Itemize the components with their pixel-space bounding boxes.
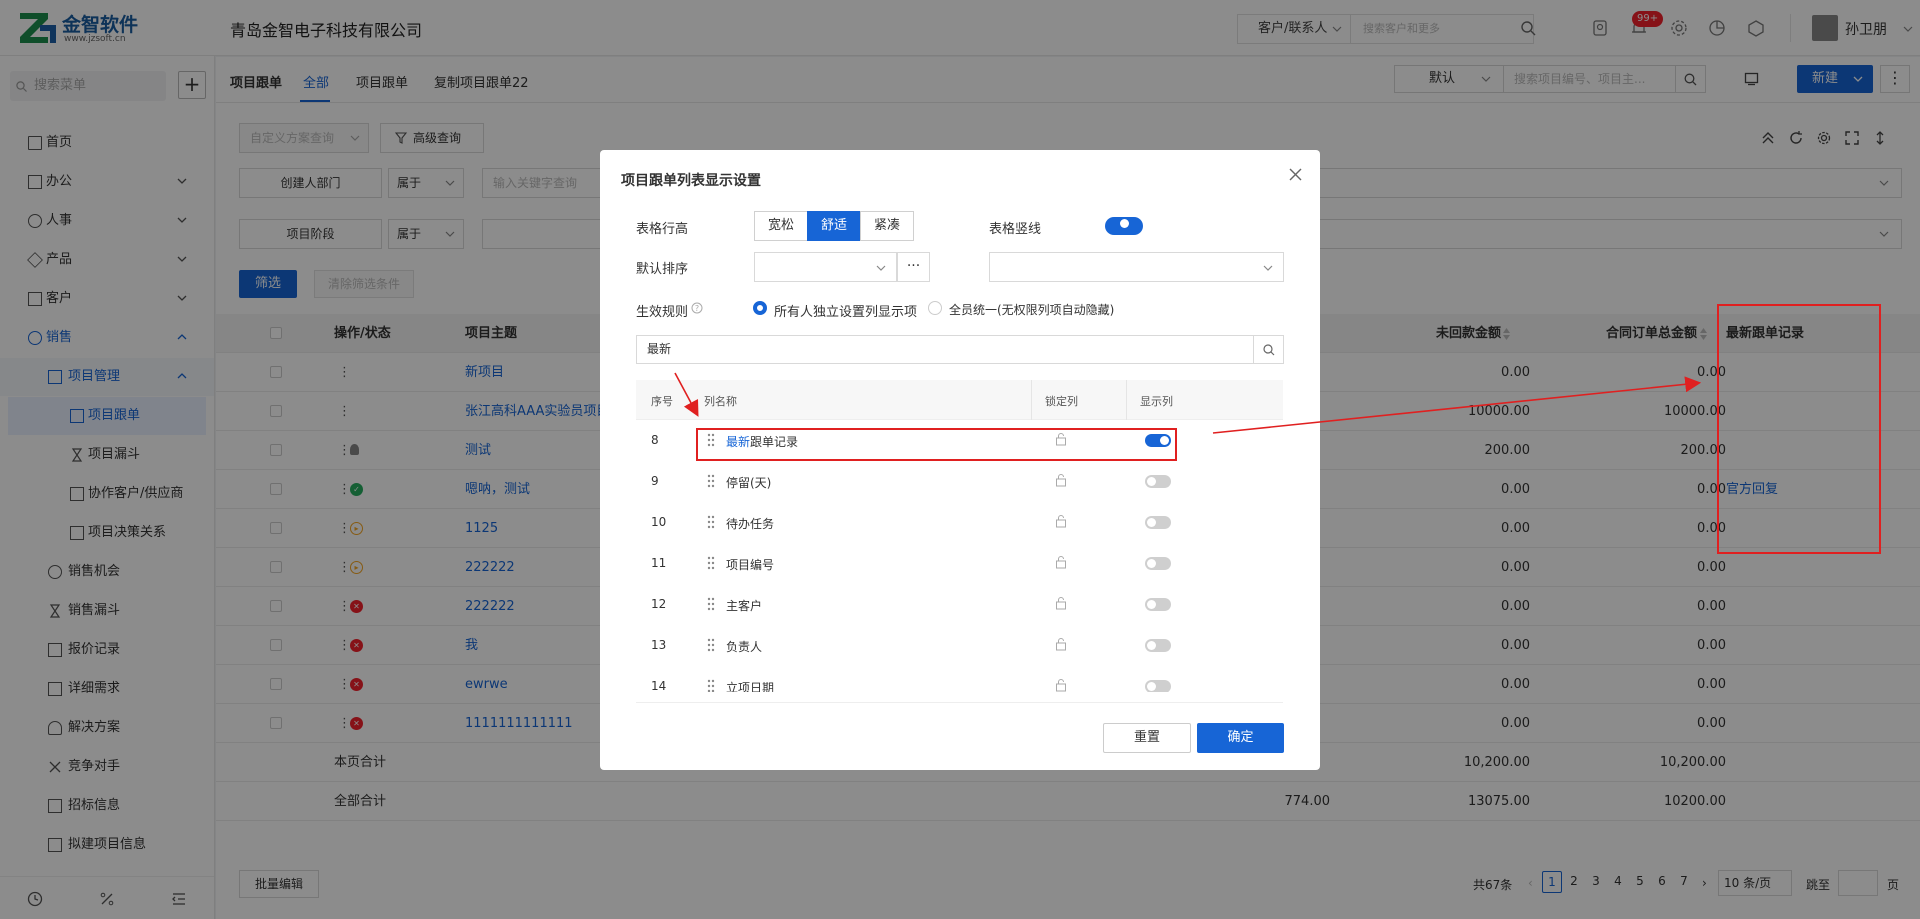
annotation-arrow-right [1212, 376, 1702, 434]
annotation-arrow-down [674, 372, 699, 417]
annotation-arrows [674, 372, 1702, 434]
